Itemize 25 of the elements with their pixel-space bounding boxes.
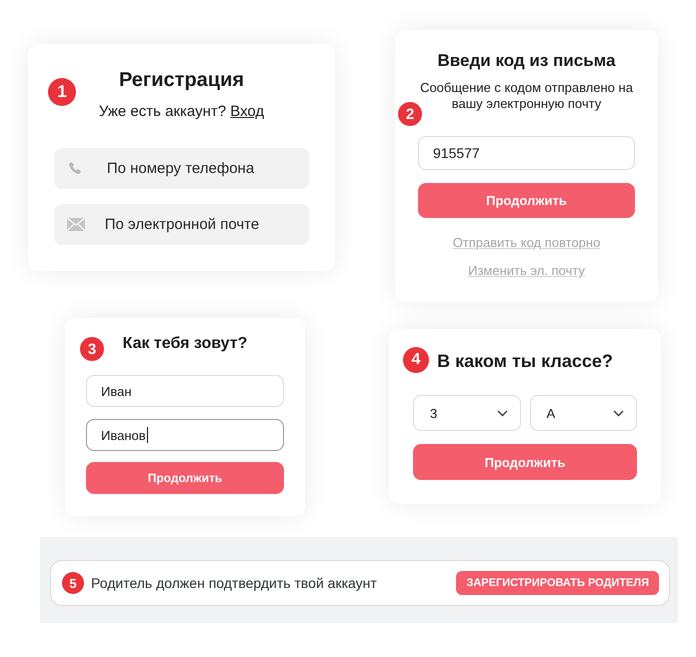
card-title: Введи код из письма <box>438 50 616 72</box>
phone-icon <box>67 161 82 176</box>
code-input-field[interactable]: 915577 <box>418 136 635 170</box>
phone-signup-button[interactable]: По номеру телефона <box>54 148 309 189</box>
step-number-badge: 4 <box>403 347 429 373</box>
input-field[interactable]: Иванов <box>86 419 284 451</box>
login-prompt: Уже есть аккаунт? Вход <box>98 102 264 122</box>
email-signup-button[interactable]: По электронной почте <box>54 204 309 245</box>
step-number-badge: 1 <box>48 78 76 106</box>
notice-text: Родитель должен подтвердить твой аккаунт <box>91 575 377 591</box>
step-number-badge: 2 <box>398 102 422 126</box>
step-number-badge: 3 <box>80 337 104 361</box>
login-link[interactable]: Вход <box>230 103 264 120</box>
input-field[interactable]: Иван <box>86 375 284 407</box>
text-cursor-icon <box>146 427 148 443</box>
info-message: Сообщение с кодом отправлено на вашу электронную почту <box>419 80 634 112</box>
card-title: Как тебя зовут? <box>122 334 248 354</box>
dropdown-select[interactable]: А <box>530 395 637 431</box>
step-number-badge: 5 <box>62 572 84 594</box>
dropdown-select[interactable]: 3 <box>413 395 520 431</box>
card-title: Регистрация <box>118 68 244 92</box>
chevron-down-icon <box>613 410 624 416</box>
card-title: В каком ты классе? <box>437 350 613 372</box>
chevron-down-icon <box>496 410 508 416</box>
envelope-icon <box>67 218 85 231</box>
